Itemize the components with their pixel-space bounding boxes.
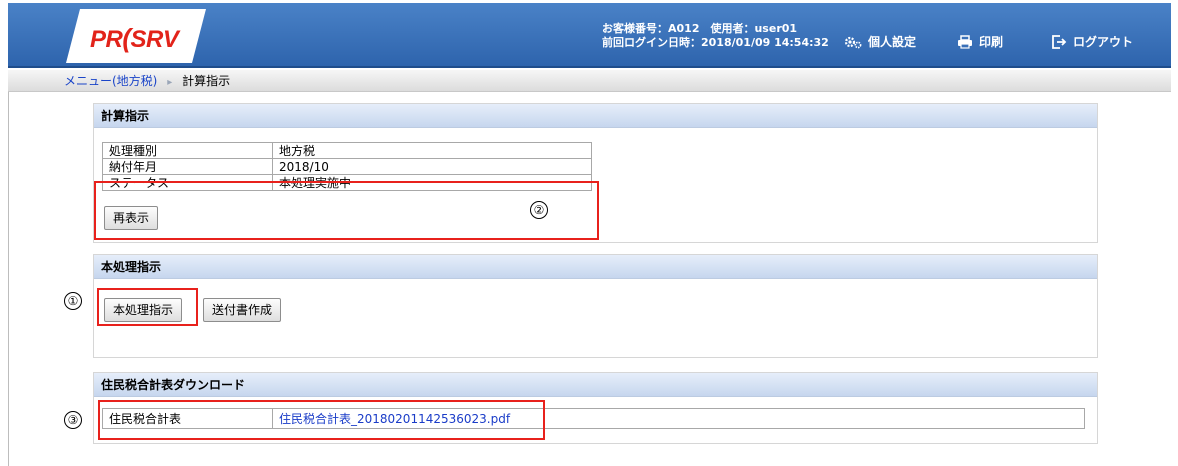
gear-icon (844, 36, 862, 48)
logout-icon (1052, 34, 1067, 49)
user-info: お客様番号：A012 使用者：user01 前回ログイン日時：2018/01/0… (602, 22, 829, 50)
main-process-panel: 本処理指示 本処理指示 送付書作成 (93, 254, 1098, 358)
customer-line: お客様番号：A012 使用者：user01 (602, 22, 798, 35)
printer-icon (958, 34, 972, 49)
annotation-marker-1: ① (64, 292, 82, 310)
table-row: 住民税合計表 住民税合計表_20180201142536023.pdf (102, 408, 1085, 429)
logo[interactable]: PR(SRV (66, 9, 206, 63)
breadcrumb-separator-icon: ▸ (167, 77, 173, 88)
payment-month-value: 2018/10 (272, 158, 592, 175)
breadcrumb: メニュー(地方税) ▸ 計算指示 (8, 70, 1171, 92)
refresh-button[interactable]: 再表示 (104, 206, 159, 230)
table-row: ステータス 本処理実施中 (102, 174, 592, 191)
logout-button[interactable]: ログアウト (1051, 33, 1133, 50)
calc-info-table: 処理種別 地方税 納付年月 2018/10 ステータス 本処理実施中 (102, 142, 592, 191)
summary-pdf-link[interactable]: 住民税合計表_20180201142536023.pdf (279, 412, 510, 426)
create-cover-letter-button[interactable]: 送付書作成 (203, 298, 282, 322)
annotation-marker-2: ② (530, 201, 548, 219)
annotation-marker-3: ③ (64, 411, 82, 429)
summary-file-cell: 住民税合計表_20180201142536023.pdf (272, 408, 1085, 429)
personal-settings-button[interactable]: 個人設定 (844, 33, 916, 50)
calc-panel: 計算指示 処理種別 地方税 納付年月 2018/10 ステータス 本処理実施中 … (93, 103, 1098, 243)
print-label: 印刷 (979, 35, 1004, 49)
type-label: 処理種別 (102, 142, 273, 159)
last-login-line: 前回ログイン日時：2018/01/09 14:54:32 (602, 36, 829, 49)
main-process-panel-title: 本処理指示 (94, 255, 1097, 279)
logout-label: ログアウト (1073, 35, 1134, 49)
breadcrumb-menu-link[interactable]: メニュー(地方税) (64, 74, 157, 88)
download-panel-title: 住民税合計表ダウンロード (94, 373, 1097, 397)
status-value: 本処理実施中 (272, 174, 592, 191)
table-row: 処理種別 地方税 (102, 142, 592, 159)
status-label: ステータス (102, 174, 273, 191)
left-border (8, 92, 9, 466)
breadcrumb-current: 計算指示 (182, 74, 231, 88)
app-header: PR(SRV お客様番号：A012 使用者：user01 前回ログイン日時：20… (8, 3, 1171, 68)
table-row: 納付年月 2018/10 (102, 158, 592, 175)
download-table: 住民税合計表 住民税合計表_20180201142536023.pdf (102, 408, 1085, 429)
type-value: 地方税 (272, 142, 592, 159)
summary-label: 住民税合計表 (102, 408, 273, 429)
calc-panel-title: 計算指示 (94, 104, 1097, 128)
download-panel: 住民税合計表ダウンロード 住民税合計表 住民税合計表_2018020114253… (93, 372, 1098, 444)
main-process-button[interactable]: 本処理指示 (104, 298, 183, 322)
print-button[interactable]: 印刷 (957, 33, 1003, 50)
payment-month-label: 納付年月 (102, 158, 273, 175)
personal-settings-label: 個人設定 (868, 35, 917, 49)
